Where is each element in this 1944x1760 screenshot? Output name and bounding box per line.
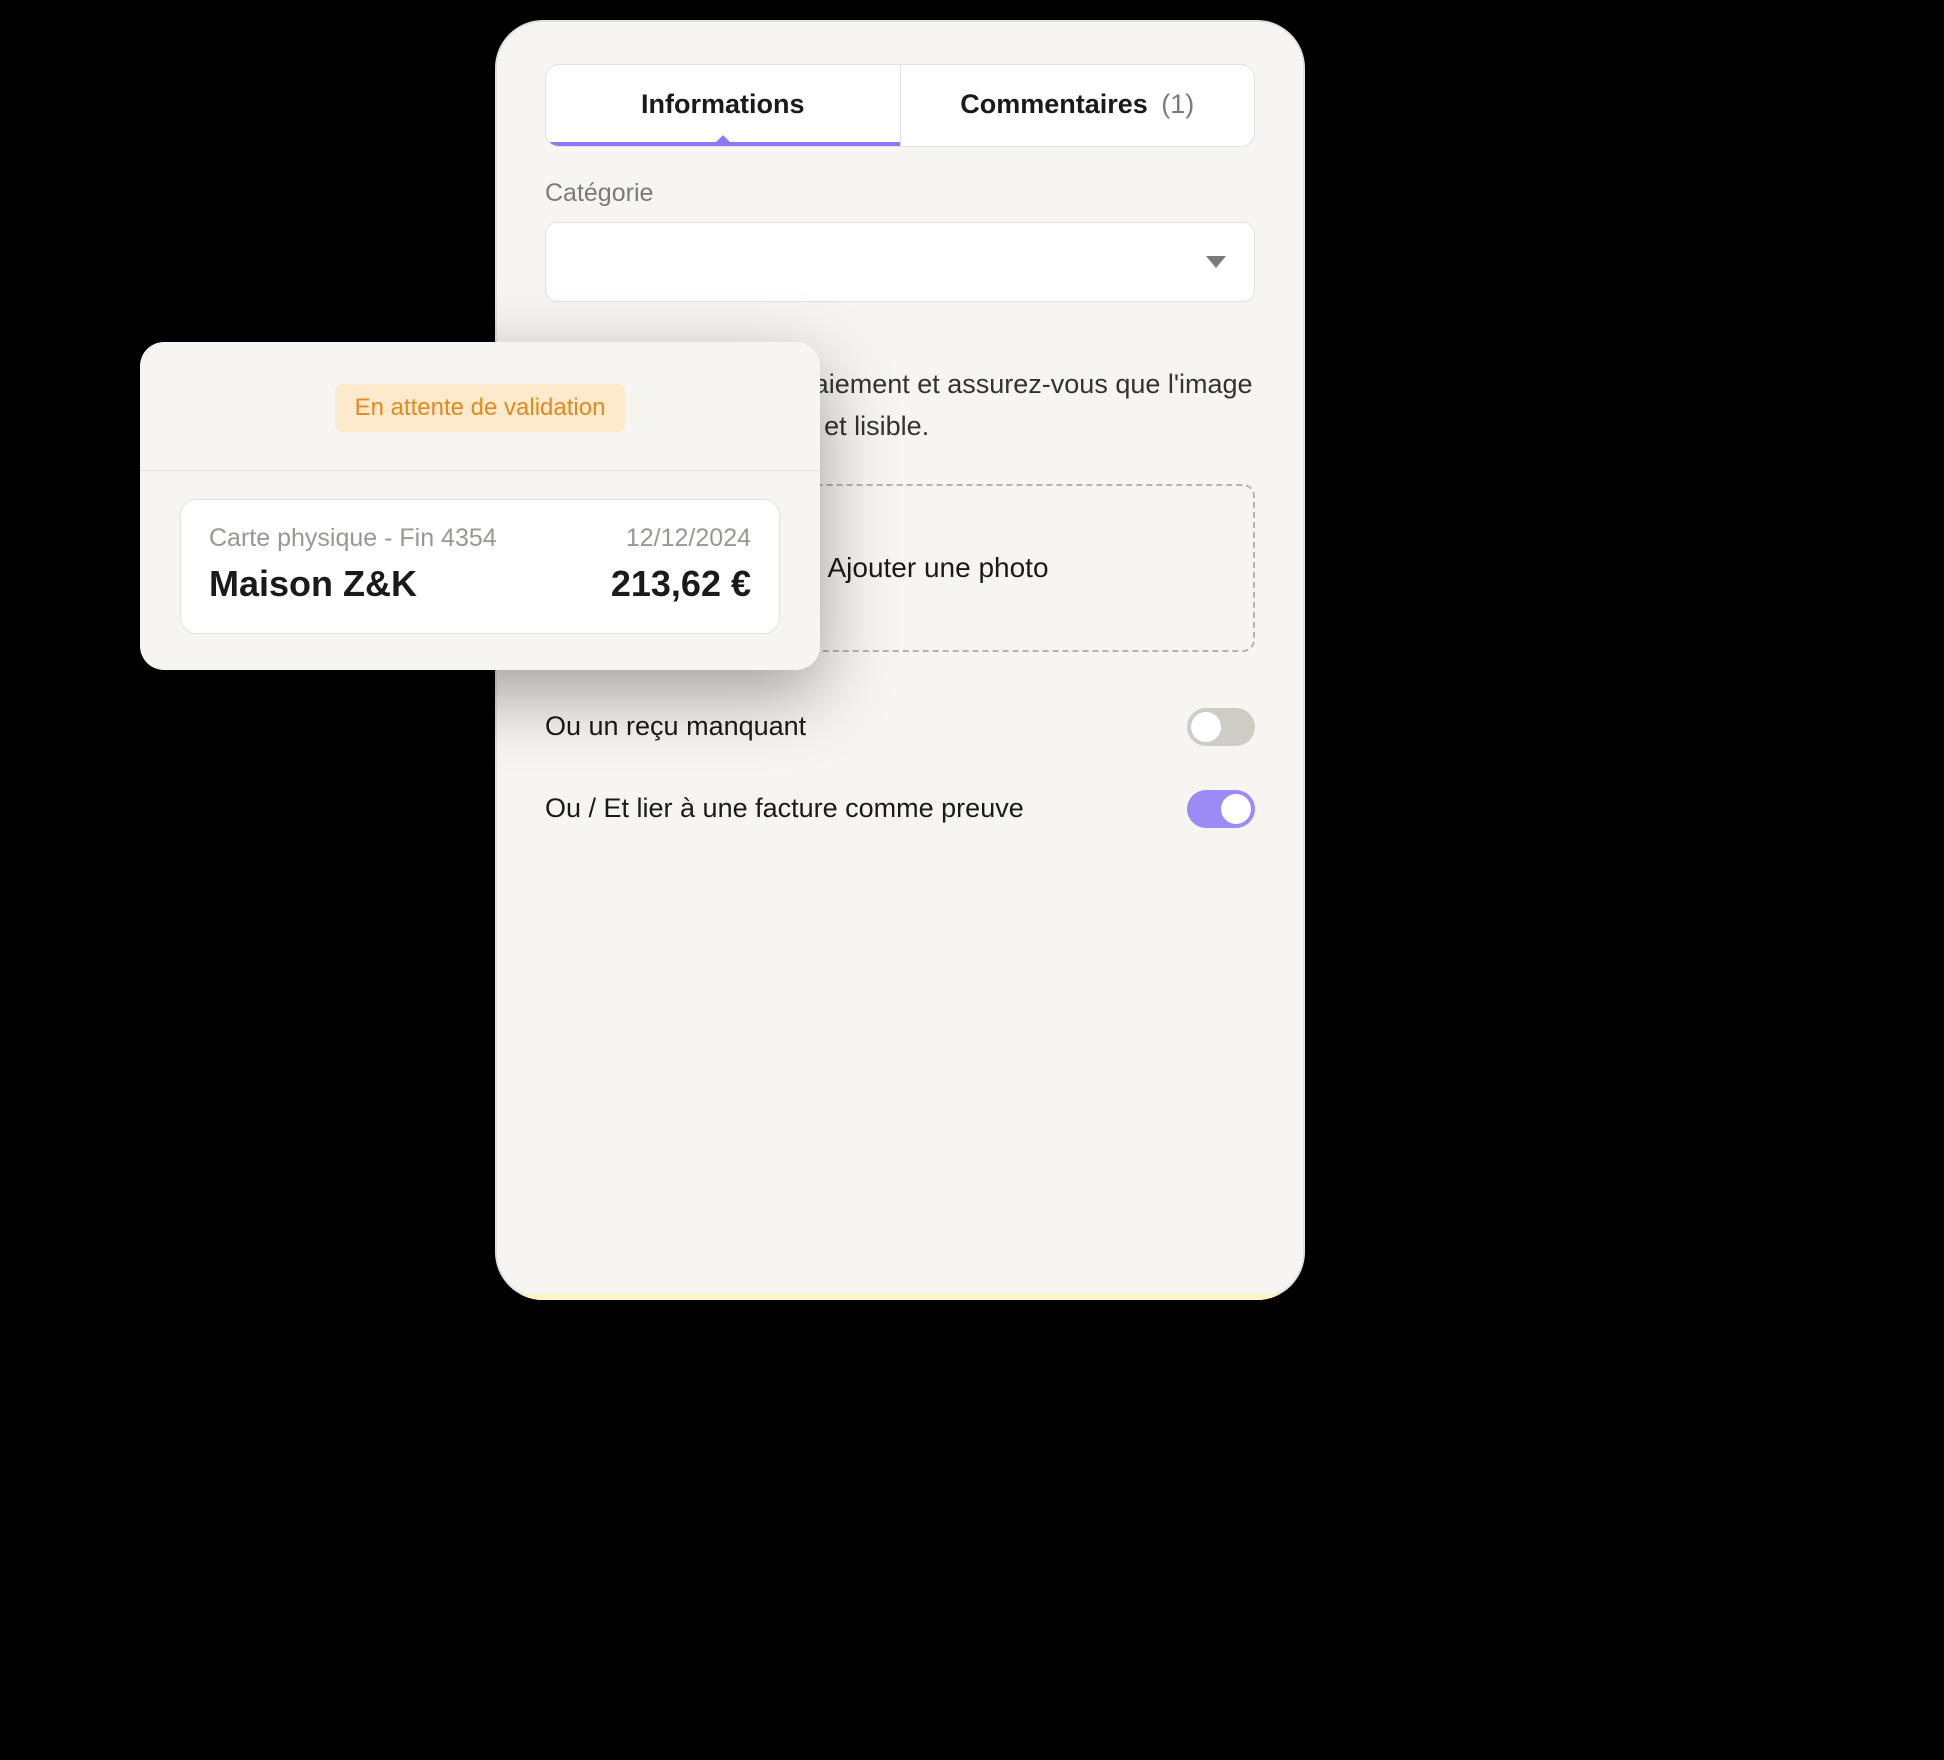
tab-informations[interactable]: Informations bbox=[546, 65, 900, 146]
popup-divider bbox=[140, 470, 820, 471]
category-select[interactable] bbox=[545, 222, 1255, 302]
category-label: Catégorie bbox=[545, 179, 1255, 208]
transaction-amount: 213,62 € bbox=[611, 563, 751, 605]
transaction-main: Maison Z&K 213,62 € bbox=[209, 563, 751, 605]
toggle-knob bbox=[1221, 794, 1251, 824]
chevron-down-icon bbox=[1206, 256, 1226, 268]
tab-commentaires[interactable]: Commentaires (1) bbox=[901, 65, 1255, 146]
missing-receipt-toggle[interactable] bbox=[1187, 708, 1255, 746]
add-photo-label: Ajouter une photo bbox=[827, 552, 1048, 584]
toggle-knob bbox=[1191, 712, 1221, 742]
tab-count: (1) bbox=[1161, 89, 1194, 119]
merchant-name: Maison Z&K bbox=[209, 563, 417, 605]
transaction-popup: En attente de validation Carte physique … bbox=[140, 342, 820, 670]
link-invoice-toggle[interactable] bbox=[1187, 790, 1255, 828]
link-invoice-row: Ou / Et lier à une facture comme preuve bbox=[545, 790, 1255, 828]
tab-label: Commentaires bbox=[960, 89, 1148, 119]
link-invoice-label: Ou / Et lier à une facture comme preuve bbox=[545, 793, 1024, 824]
transaction-date: 12/12/2024 bbox=[626, 524, 751, 553]
card-label: Carte physique - Fin 4354 bbox=[209, 524, 497, 553]
missing-receipt-label: Ou un reçu manquant bbox=[545, 711, 806, 742]
missing-receipt-row: Ou un reçu manquant bbox=[545, 708, 1255, 746]
tab-active-indicator-icon bbox=[713, 135, 733, 147]
transaction-card[interactable]: Carte physique - Fin 4354 12/12/2024 Mai… bbox=[180, 499, 780, 634]
tabs: Informations Commentaires (1) bbox=[545, 64, 1255, 147]
popup-header: En attente de validation bbox=[140, 342, 820, 470]
bottom-highlight-bar bbox=[495, 1294, 1305, 1300]
status-badge: En attente de validation bbox=[335, 384, 626, 432]
tab-label: Informations bbox=[641, 89, 805, 119]
transaction-meta: Carte physique - Fin 4354 12/12/2024 bbox=[209, 524, 751, 553]
